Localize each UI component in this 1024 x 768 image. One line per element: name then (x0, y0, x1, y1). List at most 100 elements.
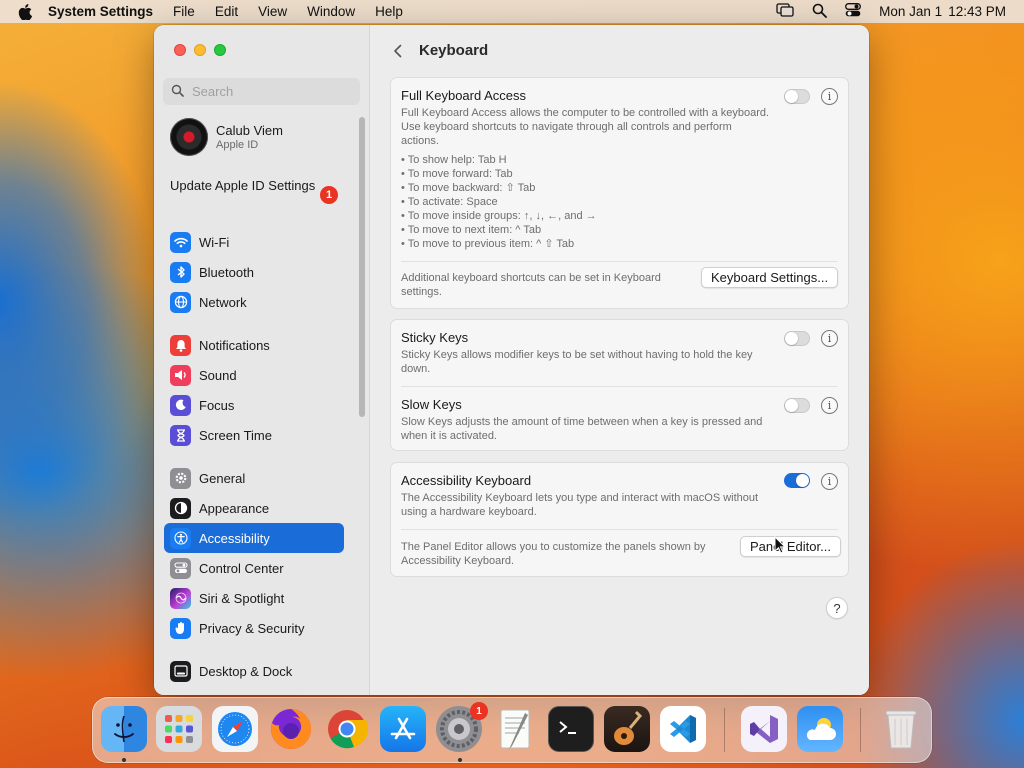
shortcut-item: • To move to previous item: ^ ⇧ Tab (401, 238, 575, 250)
sidebar-item-label: Desktop & Dock (199, 663, 293, 679)
control-center-icon[interactable] (845, 3, 862, 20)
system-settings-window: Calub Viem Apple ID Update Apple ID Sett… (154, 25, 869, 695)
sidebar-item-screen-time[interactable]: Screen Time (164, 420, 344, 450)
accessibility-keyboard-description: The Accessibility Keyboard lets you type… (401, 492, 759, 518)
sidebar-item-bluetooth[interactable]: Bluetooth (164, 257, 344, 287)
textedit-icon[interactable] (492, 706, 538, 752)
back-button[interactable] (388, 40, 406, 62)
menu-view[interactable]: View (258, 4, 287, 19)
sidebar-item-privacy-security[interactable]: Privacy & Security (164, 613, 344, 643)
dock: 1 (92, 697, 932, 763)
account-subtitle: Apple ID (216, 139, 259, 151)
dock-separator (860, 708, 861, 752)
divider (401, 529, 838, 530)
sidebar-item-appearance[interactable]: Appearance (164, 493, 344, 523)
spotlight-search-icon[interactable] (812, 3, 828, 21)
menu-window[interactable]: Window (307, 4, 355, 19)
siri-icon (170, 587, 191, 609)
shortcut-item: • To move inside groups: ↑, ↓, ←, and → (401, 210, 597, 222)
zoom-button[interactable] (214, 44, 226, 56)
firefox-icon[interactable] (268, 706, 314, 752)
shortcut-item: • To move to next item: ^ Tab (401, 224, 542, 236)
menu-app-name[interactable]: System Settings (48, 4, 153, 19)
screen-mirroring-icon[interactable] (776, 3, 794, 20)
terminal-icon[interactable] (548, 706, 594, 752)
finder-icon[interactable] (101, 706, 147, 752)
sidebar-item-label: Appearance (199, 500, 270, 516)
wifi-icon (170, 231, 191, 253)
info-icon[interactable]: i (821, 330, 838, 347)
visual-studio-icon[interactable] (741, 706, 787, 752)
vscode-icon[interactable] (660, 706, 706, 752)
info-icon[interactable]: i (821, 473, 838, 490)
accessibility-keyboard-card: Accessibility Keyboard The Accessibility… (390, 462, 849, 577)
menu-file[interactable]: File (173, 4, 195, 19)
guitar-icon[interactable] (604, 706, 650, 752)
close-button[interactable] (174, 44, 186, 56)
weather-icon[interactable] (797, 706, 843, 752)
dock-badge: 1 (470, 702, 488, 720)
chrome-icon[interactable] (324, 706, 370, 752)
safari-icon[interactable] (212, 706, 258, 752)
globe-icon (170, 291, 191, 313)
launchpad-icon[interactable] (156, 706, 202, 752)
sidebar-item-label: Privacy & Security (199, 620, 305, 636)
menu-edit[interactable]: Edit (215, 4, 238, 19)
keyboard-settings-button[interactable]: Keyboard Settings... (701, 267, 839, 288)
keyboard-settings-note: Additional keyboard shortcuts can be set… (401, 272, 661, 298)
dock-icon (170, 660, 191, 682)
keyboard-shortcut-list: • To show help: Tab H • To move forward:… (401, 153, 597, 251)
apple-id-account[interactable]: Calub Viem Apple ID (170, 118, 283, 156)
sidebar-item-desktop-dock[interactable]: Desktop & Dock (164, 656, 344, 686)
sidebar-item-general[interactable]: General (164, 463, 344, 493)
appearance-icon (170, 497, 191, 519)
wallpaper (0, 22, 170, 582)
sidebar-item-label: Wi-Fi (199, 234, 230, 250)
update-apple-id-settings[interactable]: Update Apple ID Settings (170, 178, 340, 194)
menu-help[interactable]: Help (375, 4, 403, 19)
trash-icon[interactable] (878, 706, 924, 752)
sticky-keys-toggle[interactable] (784, 331, 810, 346)
minimize-button[interactable] (194, 44, 206, 56)
accessibility-keyboard-toggle[interactable] (784, 473, 810, 488)
divider (401, 261, 838, 262)
sidebar-item-network[interactable]: Network (164, 287, 344, 317)
full-keyboard-access-toggle[interactable] (784, 89, 810, 104)
running-indicator (458, 758, 462, 762)
help-button[interactable]: ? (826, 597, 848, 619)
clock-date: Mon Jan 1 (879, 4, 943, 19)
full-keyboard-access-description: Full Keyboard Access allows the computer… (401, 107, 770, 147)
shortcut-item: • To move forward: Tab (401, 168, 513, 180)
panel-editor-button[interactable]: Panel Editor... (740, 536, 841, 557)
sidebar-item-notifications[interactable]: Notifications (164, 330, 344, 360)
search-input[interactable] (192, 84, 352, 99)
sidebar: Calub Viem Apple ID Update Apple ID Sett… (154, 25, 370, 695)
sidebar-scrollbar[interactable] (359, 117, 365, 417)
shortcut-item: • To move backward: ⇧ Tab (401, 182, 536, 194)
sidebar-item-sound[interactable]: Sound (164, 360, 344, 390)
info-icon[interactable]: i (821, 397, 838, 414)
sidebar-item-control-center[interactable]: Control Center (164, 553, 344, 583)
sidebar-search[interactable] (163, 78, 360, 105)
sidebar-item-label: Network (199, 294, 247, 310)
dock-separator (724, 708, 725, 752)
hourglass-icon (170, 424, 191, 446)
apple-icon[interactable] (18, 3, 34, 20)
sidebar-item-focus[interactable]: Focus (164, 390, 344, 420)
sticky-keys-title: Sticky Keys (401, 330, 469, 345)
sidebar-item-accessibility[interactable]: Accessibility (164, 523, 344, 553)
menu-clock[interactable]: Mon Jan 1 12:43 PM (879, 4, 1006, 19)
sidebar-item-siri-spotlight[interactable]: Siri & Spotlight (164, 583, 344, 613)
mouse-cursor-icon (774, 535, 787, 559)
slow-keys-toggle[interactable] (784, 398, 810, 413)
sidebar-item-label: Notifications (199, 337, 270, 353)
clock-time: 12:43 PM (948, 4, 1006, 19)
sidebar-item-label: Bluetooth (199, 264, 254, 280)
accessibility-icon (170, 527, 191, 549)
sticky-keys-description: Sticky Keys allows modifier keys to be s… (401, 349, 753, 375)
app-store-icon[interactable] (380, 706, 426, 752)
sidebar-item-wifi[interactable]: Wi-Fi (164, 227, 344, 257)
chevron-left-icon (393, 44, 401, 58)
info-icon[interactable]: i (821, 88, 838, 105)
slow-keys-title: Slow Keys (401, 397, 462, 412)
